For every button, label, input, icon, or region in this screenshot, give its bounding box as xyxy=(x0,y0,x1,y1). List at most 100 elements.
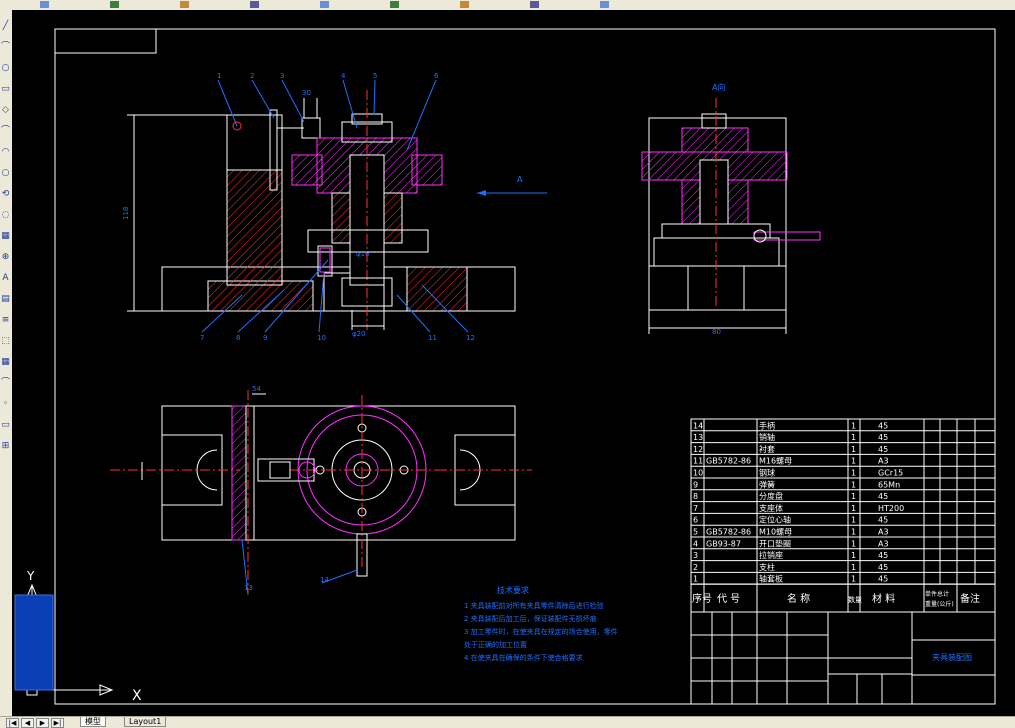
redo-icon[interactable] xyxy=(110,1,119,8)
draw-tool-icon[interactable]: ⌒ xyxy=(1,379,10,388)
layout-tabs-bar: |◀ ◀ ▶ ▶| 模型 Layout1 xyxy=(0,716,1015,728)
pan-icon[interactable] xyxy=(180,1,189,8)
bom-cell-no: 1 xyxy=(693,575,698,584)
bom-header-remark: 备注 xyxy=(960,592,980,605)
dim-diameter-small: φ16 xyxy=(356,250,370,258)
text-style-icon[interactable] xyxy=(460,1,469,8)
bom-cell-material: GCr15 xyxy=(878,469,903,478)
draw-tool-icon[interactable]: ⬚ xyxy=(1,337,10,346)
balloon-4: 4 xyxy=(341,72,346,80)
front-section-view xyxy=(127,79,547,333)
draw-tool-icon[interactable]: A xyxy=(1,274,10,283)
bom-cell-no: 13 xyxy=(693,433,703,442)
draw-tool-icon[interactable]: ◇ xyxy=(1,106,10,115)
balloon-7: 7 xyxy=(200,334,204,342)
balloon-11: 11 xyxy=(428,334,437,342)
bom-cell-qty: 1 xyxy=(851,492,856,501)
draw-tool-icon[interactable]: ◌ xyxy=(1,211,10,220)
zoom-icon[interactable] xyxy=(250,1,259,8)
bom-cell-qty: 1 xyxy=(851,528,856,537)
tech-req-item: 3 加工零件时，在使夹具在规定的场合使用，零件 xyxy=(464,627,618,636)
bom-cell-material: 45 xyxy=(878,575,888,584)
draw-tool-icon[interactable]: ▭ xyxy=(1,421,10,430)
bom-cell-qty: 1 xyxy=(851,421,856,430)
bom-cell-qty: 1 xyxy=(851,504,856,513)
bom-cell-qty: 1 xyxy=(851,575,856,584)
side-view xyxy=(641,98,821,334)
bom-cell-material: 45 xyxy=(878,516,888,525)
bom-cell-code: GB5782-86 xyxy=(706,528,751,537)
bom-table xyxy=(690,418,996,613)
drawing-canvas[interactable]: A向 A 118 30 φ20 φ16 80 54 1 2 3 4 5 6 7 8 9 10 11 1… xyxy=(12,10,1015,716)
tab-nav-button[interactable]: ▶ xyxy=(36,718,49,728)
bom-cell-no: 6 xyxy=(693,516,698,525)
draw-tool-icon[interactable]: ⊕ xyxy=(1,253,10,262)
bom-cell-name: 钢球 xyxy=(759,468,775,478)
dim-top-width: 30 xyxy=(302,89,311,97)
bom-header-weight-sub: 重量(公斤) xyxy=(925,600,954,608)
bom-cell-qty: 1 xyxy=(851,563,856,572)
balloon-1: 1 xyxy=(217,72,221,80)
tab-nav-button[interactable]: ◀ xyxy=(21,718,34,728)
bom-cell-no: 2 xyxy=(693,563,698,572)
bom-cell-no: 4 xyxy=(693,539,698,548)
draw-tool-icon[interactable]: ╱ xyxy=(1,22,10,31)
floating-palette[interactable] xyxy=(14,594,54,691)
bom-cell-no: 3 xyxy=(693,551,698,560)
bom-cell-qty: 1 xyxy=(851,551,856,560)
undo-icon[interactable] xyxy=(40,1,49,8)
balloon-6: 6 xyxy=(434,72,439,80)
bom-cell-no: 7 xyxy=(693,504,698,513)
balloon-5: 5 xyxy=(373,72,377,80)
draw-tool-icon[interactable]: ▦ xyxy=(1,232,10,241)
draw-tool-icon[interactable]: ▤ xyxy=(1,295,10,304)
draw-tool-icon[interactable]: ◦ xyxy=(1,400,10,409)
balloon-9: 9 xyxy=(263,334,267,342)
draw-tool-icon[interactable]: ⊞ xyxy=(1,442,10,451)
draw-tool-icon[interactable]: ⌒ xyxy=(1,127,10,136)
draw-tool-icon[interactable]: ▭ xyxy=(1,85,10,94)
frame-corner-box xyxy=(54,28,157,54)
bom-cell-name: 分度盘 xyxy=(759,491,783,501)
ucs-y-label: Y xyxy=(26,569,35,583)
bom-header-code: 代 号 xyxy=(717,593,740,605)
balloon-2: 2 xyxy=(250,72,254,80)
draw-tool-icon[interactable]: ⌒ xyxy=(1,43,10,52)
layer-icon[interactable] xyxy=(390,1,399,8)
bom-cell-material: 45 xyxy=(878,551,888,560)
draw-tool-icon[interactable]: ▦ xyxy=(1,358,10,367)
bom-cell-no: 14 xyxy=(693,421,703,430)
dim-height: 118 xyxy=(122,207,130,220)
table-icon[interactable] xyxy=(600,1,609,8)
draw-tool-icon[interactable]: ⟲ xyxy=(1,190,10,199)
tech-req-list: 1 夹具装配前对所有夹具零件清除后进行检验 2 夹具装配后加工后，保证装配件无损坏… xyxy=(464,601,618,662)
tech-req-item: 1 夹具装配前对所有夹具零件清除后进行检验 xyxy=(464,601,604,610)
bom-cell-material: 45 xyxy=(878,445,888,454)
draw-tool-icon[interactable]: ○ xyxy=(1,64,10,73)
dim-plan-width: 54 xyxy=(252,385,261,393)
bom-cell-no: 8 xyxy=(693,492,698,501)
bom-cell-name: 开口垫圈 xyxy=(759,538,791,548)
bom-cell-material: A3 xyxy=(878,528,889,537)
bom-cell-qty: 1 xyxy=(851,480,856,489)
bom-cell-name: 销轴 xyxy=(759,432,775,442)
tab-nav-button[interactable]: ▶| xyxy=(51,718,64,728)
balloon-14: 14 xyxy=(320,576,329,584)
tab-nav-button[interactable]: |◀ xyxy=(6,718,19,728)
draw-tool-icon[interactable]: ○ xyxy=(1,169,10,178)
draw-tool-icon[interactable]: ≡ xyxy=(1,316,10,325)
tech-req-item: 处于正确的加工位置 xyxy=(464,640,527,649)
properties-icon[interactable] xyxy=(320,1,329,8)
bom-header-qty: 数量 xyxy=(848,595,862,604)
bom-cell-material: 45 xyxy=(878,563,888,572)
bom-cell-qty: 1 xyxy=(851,457,856,466)
dim-style-icon[interactable] xyxy=(530,1,539,8)
ucs-x-label: X xyxy=(132,688,142,704)
tech-req-item: 2 夹具装配后加工后，保证装配件无损坏痕 xyxy=(464,614,597,623)
bom-cell-name: 弹簧 xyxy=(759,479,775,489)
bom-cell-material: 45 xyxy=(878,421,888,430)
bom-cell-no: 10 xyxy=(693,469,703,478)
bom-cell-qty: 1 xyxy=(851,433,856,442)
draw-tool-icon[interactable]: ◠ xyxy=(1,148,10,157)
bom-cell-name: 定位心轴 xyxy=(759,515,791,525)
